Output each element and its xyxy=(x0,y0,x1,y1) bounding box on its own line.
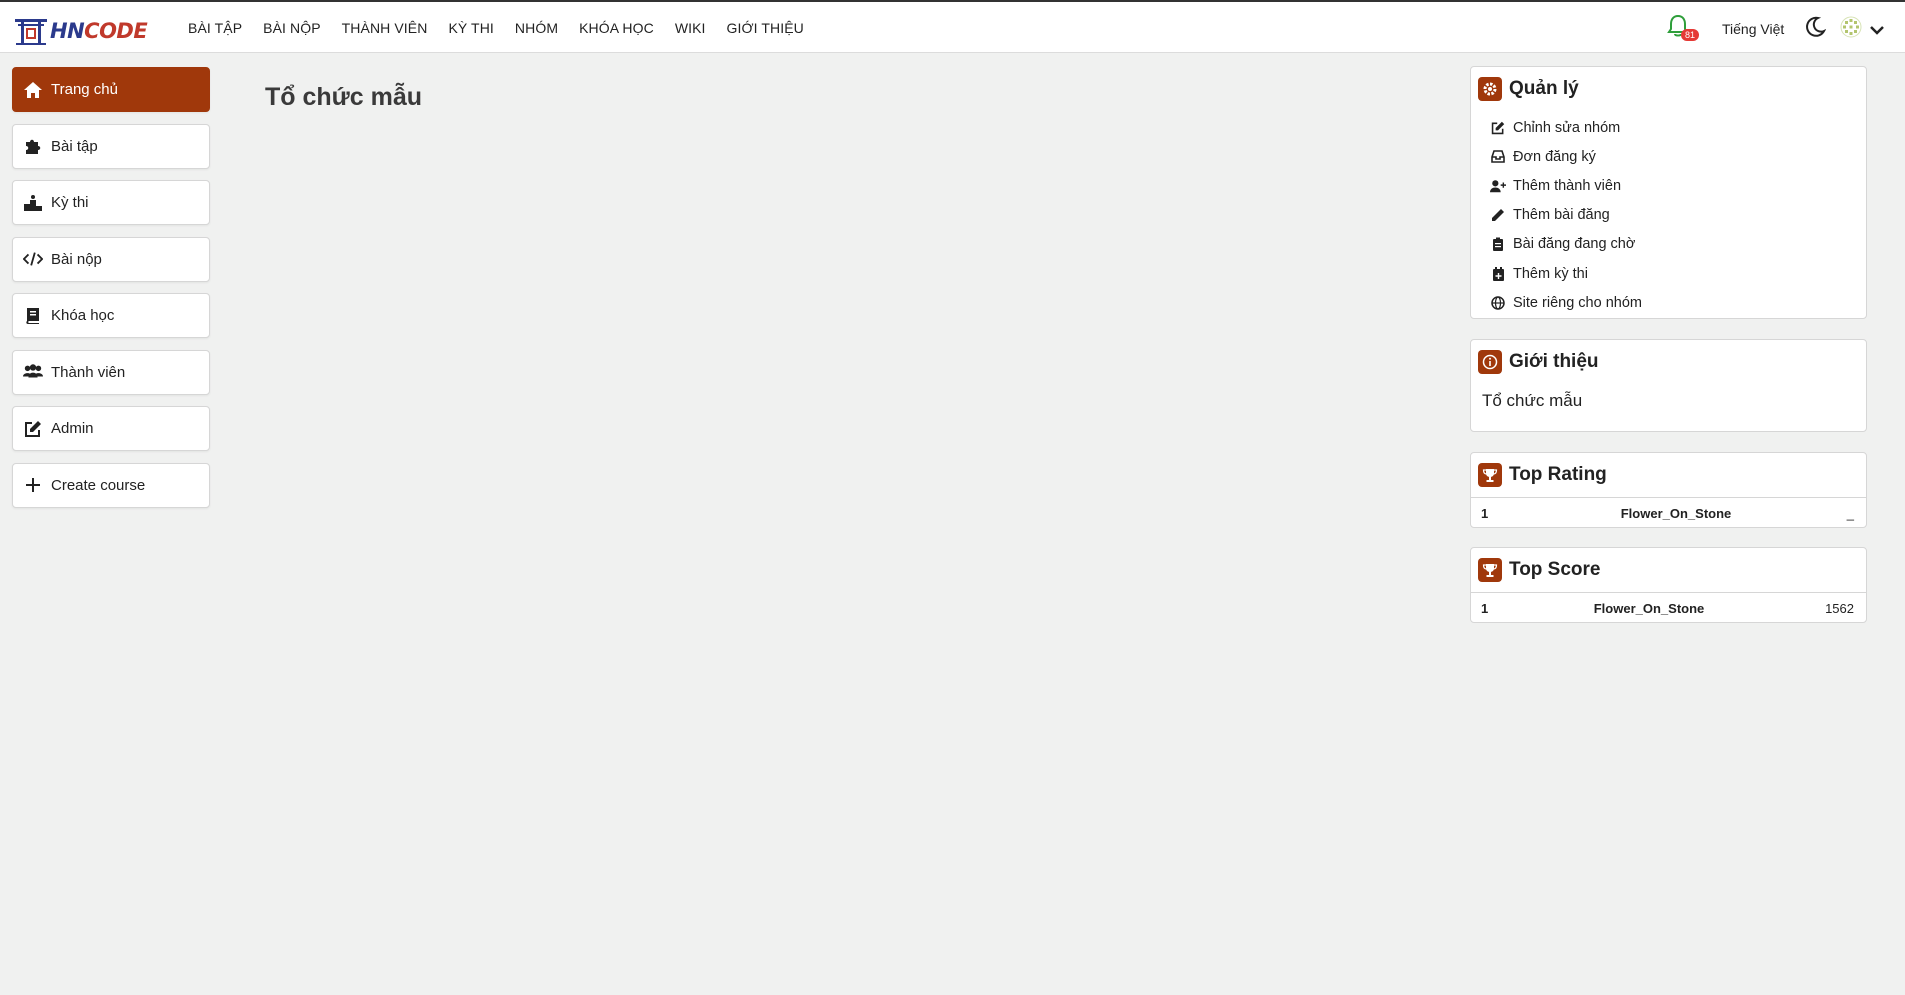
about-panel: Giới thiệu Tổ chức mẫu xyxy=(1470,339,1867,432)
sidebar-item-label: Khóa học xyxy=(51,307,115,324)
sidebar-item-bai-tap[interactable]: Bài tập xyxy=(12,123,210,169)
rank-number: 1 xyxy=(1481,600,1489,616)
chevron-down-icon[interactable] xyxy=(1869,22,1885,38)
nav-thanh-vien[interactable]: THÀNH VIÊN xyxy=(342,20,428,36)
sidebar-item-label: Create course xyxy=(51,476,146,494)
nav-gioi-thieu[interactable]: GIỚI THIỆU xyxy=(727,20,804,36)
sidebar-item-admin[interactable]: Admin xyxy=(12,406,210,451)
sidebar-item-bai-nop[interactable]: Bài nộp xyxy=(12,236,210,282)
temple-gate-icon xyxy=(15,19,47,45)
manage-item-label: Thêm kỳ thi xyxy=(1513,265,1588,282)
info-icon xyxy=(1478,350,1502,374)
top-rating-panel: Top Rating 1 Flower_On_Stone _ xyxy=(1470,452,1867,528)
top-score-panel: Top Score 1 Flower_On_Stone 1562 xyxy=(1470,547,1867,623)
manage-item-label: Thêm thành viên xyxy=(1513,177,1622,194)
calendar-plus-icon xyxy=(1490,266,1506,282)
manage-item-label: Site riêng cho nhóm xyxy=(1513,294,1642,311)
book-icon xyxy=(23,306,43,326)
manage-add-contest[interactable]: Thêm kỳ thi xyxy=(1490,259,1866,288)
sidebar-item-trang-chu[interactable]: Trang chủ xyxy=(12,67,210,112)
edit-icon xyxy=(1490,120,1506,136)
table-row: 1 Flower_On_Stone 1562 xyxy=(1471,592,1866,623)
plus-icon xyxy=(23,475,43,495)
user-link[interactable]: Flower_On_Stone xyxy=(1606,506,1746,521)
manage-list: Chỉnh sửa nhóm Đơn đăng ký Thêm thành vi… xyxy=(1471,111,1866,323)
logo-text: HNCODE xyxy=(50,19,148,43)
language-selector[interactable]: Tiếng Việt xyxy=(1722,21,1784,37)
users-icon xyxy=(23,362,43,382)
site-logo[interactable]: HNCODE xyxy=(14,16,152,46)
sidebar-item-label: Admin xyxy=(51,420,94,437)
manage-applications[interactable]: Đơn đăng ký xyxy=(1490,142,1866,171)
sidebar-item-ky-thi[interactable]: Kỳ thi xyxy=(12,180,210,225)
podium-icon xyxy=(23,193,43,213)
manage-item-label: Thêm bài đăng xyxy=(1513,207,1610,224)
score-value: 1562 xyxy=(1825,600,1854,616)
top-navbar: HNCODE BÀI TẬP BÀI NỘP THÀNH VIÊN KỲ THI… xyxy=(0,0,1905,53)
sidebar-item-label: Kỳ thi xyxy=(51,194,89,211)
sidebar-item-create-course[interactable]: Create course xyxy=(12,462,210,508)
manage-panel-header: Quản lý xyxy=(1471,67,1866,111)
moon-icon[interactable] xyxy=(1804,16,1826,38)
manage-pending-posts[interactable]: Bài đăng đang chờ xyxy=(1490,230,1866,259)
user-link[interactable]: Flower_On_Stone xyxy=(1579,601,1719,616)
sidebar-item-label: Bài nộp xyxy=(51,250,102,268)
home-icon xyxy=(23,80,43,100)
top-rating-title: Top Rating xyxy=(1509,464,1607,485)
sidebar-item-label: Trang chủ xyxy=(51,81,118,98)
rating-value: _ xyxy=(1846,505,1854,521)
manage-title: Quản lý xyxy=(1509,78,1579,99)
manage-add-post[interactable]: Thêm bài đăng xyxy=(1490,201,1866,230)
manage-item-label: Bài đăng đang chờ xyxy=(1513,236,1636,253)
manage-add-member[interactable]: Thêm thành viên xyxy=(1490,171,1866,200)
globe-icon xyxy=(1490,295,1506,311)
pencil-icon xyxy=(1490,207,1506,223)
inbox-icon xyxy=(1490,149,1506,165)
notification-button[interactable]: 81 xyxy=(1667,14,1700,44)
top-rating-header: Top Rating xyxy=(1471,453,1866,497)
nav-ky-thi[interactable]: KỲ THI xyxy=(448,20,493,36)
about-title: Giới thiệu xyxy=(1509,351,1599,372)
about-panel-header: Giới thiệu xyxy=(1471,340,1866,384)
manage-panel: Quản lý Chỉnh sửa nhóm Đơn đăng ký Thêm … xyxy=(1470,66,1867,319)
main-nav: BÀI TẬP BÀI NỘP THÀNH VIÊN KỲ THI NHÓM K… xyxy=(188,20,825,36)
sidebar-item-label: Thành viên xyxy=(51,363,126,381)
clipboard-icon xyxy=(1490,236,1506,252)
user-plus-icon xyxy=(1490,178,1506,194)
sidebar-item-khoa-hoc[interactable]: Khóa học xyxy=(12,293,210,338)
top-score-title: Top Score xyxy=(1509,559,1601,580)
manage-edit-group[interactable]: Chỉnh sửa nhóm xyxy=(1490,113,1866,142)
sidebar-item-thanh-vien[interactable]: Thành viên xyxy=(12,349,210,395)
rank-number: 1 xyxy=(1481,505,1489,521)
gear-icon xyxy=(1478,77,1502,101)
nav-bai-tap[interactable]: BÀI TẬP xyxy=(188,20,242,36)
top-score-header: Top Score xyxy=(1471,548,1866,592)
edit-icon xyxy=(23,419,43,439)
nav-khoa-hoc[interactable]: KHÓA HỌC xyxy=(579,20,654,36)
notification-badge: 81 xyxy=(1681,29,1700,41)
manage-item-label: Chỉnh sửa nhóm xyxy=(1513,119,1621,136)
manage-group-site[interactable]: Site riêng cho nhóm xyxy=(1490,288,1866,317)
page-title: Tổ chức mẫu xyxy=(265,83,423,111)
puzzle-icon xyxy=(23,136,43,156)
table-row: 1 Flower_On_Stone _ xyxy=(1471,497,1866,528)
nav-wiki[interactable]: WIKI xyxy=(675,20,706,36)
avatar-icon[interactable] xyxy=(1840,16,1862,38)
manage-item-label: Đơn đăng ký xyxy=(1513,148,1596,165)
nav-bai-nop[interactable]: BÀI NỘP xyxy=(263,20,321,36)
sidebar-item-label: Bài tập xyxy=(51,137,98,155)
nav-nhom[interactable]: NHÓM xyxy=(515,20,558,36)
sidebar: Trang chủ Bài tập Kỳ thi Bài nộp Khóa họ… xyxy=(12,67,210,519)
trophy-icon xyxy=(1478,463,1502,487)
about-text: Tổ chức mẫu xyxy=(1482,391,1583,410)
code-icon xyxy=(23,249,43,269)
trophy-icon xyxy=(1478,558,1502,582)
